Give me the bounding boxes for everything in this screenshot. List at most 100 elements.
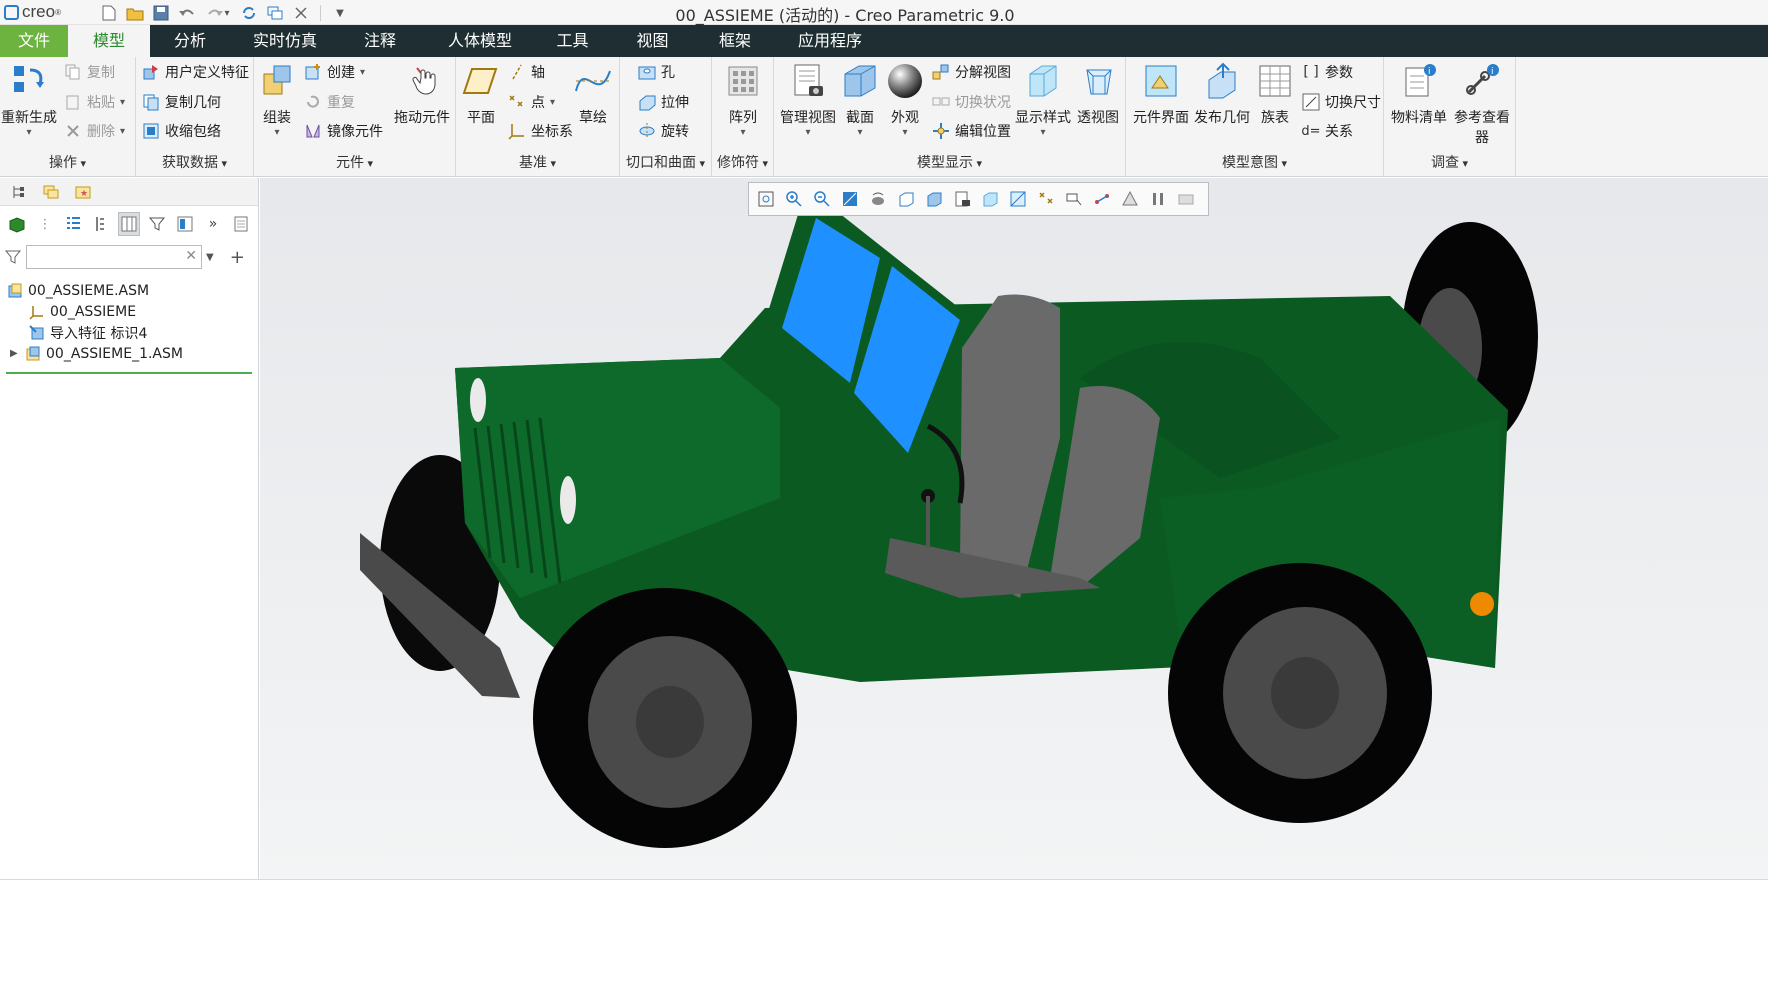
tree-filters-icon[interactable] [146, 212, 168, 236]
insert-here-marker[interactable] [6, 372, 252, 374]
tree-settings-icon[interactable]: ⋮ [34, 212, 56, 236]
explode-view-button[interactable]: 分解视图 [932, 61, 1011, 83]
drag-components-button[interactable]: 拖动元件 [390, 61, 454, 127]
group-label-cut-surface[interactable]: 切口和曲面 [620, 152, 711, 172]
pattern-button[interactable]: 阵列 ▾ [712, 61, 774, 138]
collapse-all-icon[interactable] [90, 212, 112, 236]
annotation-display-icon[interactable] [1061, 187, 1086, 212]
group-label-get-data[interactable]: 获取数据 [136, 152, 253, 172]
group-label-model-intent[interactable]: 模型意图 [1126, 152, 1383, 172]
group-label-components[interactable]: 元件 [254, 152, 455, 172]
publish-geometry-button[interactable]: 发布几何 [1192, 61, 1252, 127]
group-label-model-display[interactable]: 模型显示 [774, 152, 1125, 172]
revolve-button[interactable]: 旋转 [638, 120, 689, 142]
spin-icon[interactable] [1089, 187, 1114, 212]
csys-button[interactable]: 坐标系 [508, 120, 573, 142]
tab-model[interactable]: 模型 [68, 25, 150, 57]
tab-view[interactable]: 视图 [615, 25, 690, 57]
point-button[interactable]: 点 ▾ [508, 91, 555, 113]
paste-button[interactable]: 粘贴 ▾ [64, 91, 125, 113]
expand-all-icon[interactable] [62, 212, 84, 236]
expand-arrow-icon[interactable]: ▶ [10, 348, 24, 359]
tab-live-simulation[interactable]: 实时仿真 [240, 25, 330, 57]
tab-analysis[interactable]: 分析 [150, 25, 230, 57]
plane-button[interactable]: 平面 [458, 61, 504, 127]
view-manager-icon[interactable] [949, 187, 974, 212]
tree-item-csys[interactable]: 00_ASSIEME [0, 301, 258, 322]
clear-search-icon[interactable]: ✕ [185, 248, 197, 264]
jeep-3d-model[interactable] [260, 178, 1768, 879]
copy-geometry-button[interactable]: 复制几何 [142, 91, 221, 113]
copy-button[interactable]: 复制 [64, 61, 115, 83]
section-button[interactable]: 截面 ▾ [838, 61, 882, 138]
group-label-operations[interactable]: 操作 [0, 152, 135, 172]
tree-item-subassembly[interactable]: ▶ 00_ASSIEME_1.ASM [0, 343, 258, 364]
model-tree-search-input[interactable] [27, 246, 177, 268]
section-icon[interactable] [1005, 187, 1030, 212]
appearance-icon[interactable] [1117, 187, 1142, 212]
details-icon[interactable] [230, 212, 252, 236]
group-label-datum[interactable]: 基准 [456, 152, 619, 172]
delete-button[interactable]: 删除 ▾ [64, 120, 125, 142]
tree-item-import-feature[interactable]: 导入特征 标识4 [0, 322, 258, 343]
tab-tools[interactable]: 工具 [535, 25, 610, 57]
assemble-button[interactable]: 组装 ▾ [254, 61, 300, 138]
extrude-button[interactable]: 拉伸 [638, 91, 689, 113]
reference-viewer-button[interactable]: i 参考查看器 [1450, 61, 1514, 147]
create-button[interactable]: 创建 ▾ [304, 61, 365, 83]
favorites-tab-icon[interactable]: ★ [70, 181, 96, 203]
more-options-icon[interactable]: » [202, 212, 224, 236]
repaint-icon[interactable] [837, 187, 862, 212]
component-interface-button[interactable]: 元件界面 [1130, 61, 1192, 127]
family-table-button[interactable]: 族表 [1252, 61, 1298, 127]
saved-orientations-icon[interactable] [921, 187, 946, 212]
zoom-in-icon[interactable] [781, 187, 806, 212]
graphics-window[interactable] [260, 178, 1768, 879]
repeat-button[interactable]: 重复 [304, 91, 355, 113]
model-tree-tab-icon[interactable] [6, 181, 32, 203]
hole-button[interactable]: 孔 [638, 61, 675, 83]
perspective-button[interactable]: 透视图 [1070, 61, 1126, 127]
axis-button[interactable]: 轴 [508, 61, 545, 83]
group-label-modifiers[interactable]: 修饰符 [712, 152, 773, 172]
udf-button[interactable]: 用户定义特征 [142, 61, 249, 83]
edit-position-button[interactable]: 编辑位置 [932, 120, 1011, 142]
bom-button[interactable]: i 物料清单 [1388, 61, 1450, 127]
refit-icon[interactable] [753, 187, 778, 212]
sketch-button[interactable]: 草绘 [568, 61, 618, 127]
tab-manikin[interactable]: 人体模型 [430, 25, 530, 57]
group-get-data: 用户定义特征 复制几何 收缩包络 获取数据 [136, 57, 254, 177]
show-icon[interactable] [6, 212, 28, 236]
search-dropdown-icon[interactable]: ▼ [206, 252, 214, 263]
appearance-button[interactable]: 外观 ▾ [882, 61, 928, 138]
display-style-icon [1023, 61, 1063, 101]
add-filter-icon[interactable]: + [230, 247, 245, 268]
tab-applications[interactable]: 应用程序 [785, 25, 875, 57]
mirror-component-button[interactable]: 镜像元件 [304, 120, 383, 142]
tab-file[interactable]: 文件 [0, 25, 68, 57]
display-style-button[interactable]: 显示样式 ▾ [1012, 61, 1074, 138]
spin-center-icon[interactable] [865, 187, 890, 212]
pause-icon[interactable] [1145, 187, 1170, 212]
manage-views-button[interactable]: 管理视图 ▾ [778, 61, 838, 138]
filter-icon[interactable] [4, 248, 22, 266]
view-orient-icon[interactable] [893, 187, 918, 212]
switch-dimensions-button[interactable]: 切换尺寸 [1302, 91, 1381, 113]
relations-button[interactable]: d= 关系 [1301, 120, 1353, 142]
group-label-investigate[interactable]: 调查 [1384, 152, 1515, 172]
tab-framework[interactable]: 框架 [695, 25, 775, 57]
tab-annotate[interactable]: 注释 [340, 25, 420, 57]
shrinkwrap-button[interactable]: 收缩包络 [142, 120, 221, 142]
tree-columns-icon[interactable] [117, 212, 141, 236]
zoom-out-icon[interactable] [809, 187, 834, 212]
display-style-icon[interactable] [977, 187, 1002, 212]
regenerate-button[interactable]: 重新生成 ▾ [0, 61, 58, 138]
toggle-status-button[interactable]: 切换状况 [932, 91, 1011, 113]
layer-tree-tab-icon[interactable] [38, 181, 64, 203]
family-table-icon [1255, 61, 1295, 101]
parameters-button[interactable]: [ ] 参数 [1302, 61, 1353, 83]
tree-layout-icon[interactable] [174, 212, 196, 236]
display-settings-icon[interactable] [1173, 187, 1198, 212]
tree-item-root-assembly[interactable]: 00_ASSIEME.ASM [0, 280, 258, 301]
datum-display-icon[interactable] [1033, 187, 1058, 212]
